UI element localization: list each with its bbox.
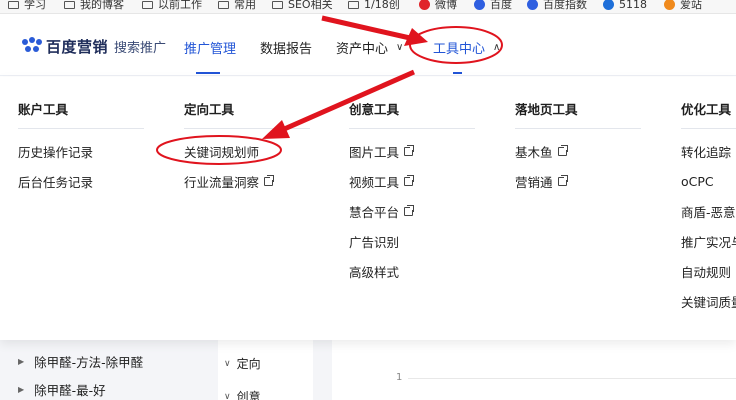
bookmark-item[interactable]: 常用	[218, 0, 256, 12]
weibo-icon	[419, 0, 430, 10]
bookmark-item[interactable]: 5118	[603, 0, 647, 12]
menu-item-image-tool[interactable]: 图片工具	[349, 143, 475, 160]
menu-item-shangdun[interactable]: 商盾-恶意	[681, 203, 736, 220]
menu-item-task-log[interactable]: 后台任务记录	[18, 173, 144, 190]
chevron-up-icon: ∧	[493, 42, 501, 53]
bookmark-item[interactable]: 百度指数	[527, 0, 587, 12]
brand-logo[interactable]: 百度营销 搜索推广	[22, 36, 166, 57]
active-tab-indicator	[196, 72, 220, 74]
bookmark-item[interactable]: 以前工作	[142, 0, 202, 12]
chevron-down-icon: ∨	[396, 42, 404, 53]
logo-name: 百度营销	[46, 38, 109, 56]
nav-tab-promotion[interactable]: 推广管理	[184, 38, 236, 57]
external-link-icon	[404, 204, 416, 216]
baidu-icon	[474, 0, 485, 10]
menu-column-creative-tools: 创意工具 图片工具 视频工具 慧合平台 广告识别 高级样式	[349, 99, 475, 280]
menu-item-auto-rules[interactable]: 自动规则	[681, 263, 736, 280]
external-link-icon	[404, 174, 416, 186]
menu-item-industry-insight[interactable]: 行业流量洞察	[184, 173, 310, 190]
menu-column-title: 账户工具	[18, 99, 144, 129]
menu-item-keyword-planner[interactable]: 关键词规划师	[184, 143, 310, 160]
chart-tick-label: 1	[396, 372, 403, 383]
caret-right-icon: ▶	[18, 385, 25, 394]
bookmark-item[interactable]: SEO相关	[272, 0, 333, 12]
filter-item[interactable]: ∨ 创意	[224, 388, 261, 400]
tools-dropdown-menu: 账户工具 历史操作记录 后台任务记录 定向工具 关键词规划师 行业流量洞察 创意…	[0, 77, 736, 340]
chevron-down-icon: ∨	[224, 391, 231, 400]
menu-item-huihe-platform[interactable]: 慧合平台	[349, 203, 475, 220]
bookmark-item[interactable]: 百度	[474, 0, 512, 12]
active-tab-indicator	[453, 72, 462, 74]
menu-column-optimize-tools: 优化工具 转化追踪 oCPC 商盾-恶意 推广实况与 自动规则 关键词质量	[681, 99, 736, 310]
menu-item-live-preview[interactable]: 推广实况与	[681, 233, 736, 250]
chart-gridline	[408, 378, 736, 379]
external-link-icon	[557, 174, 569, 186]
folder-icon	[142, 1, 153, 9]
external-link-icon	[557, 144, 569, 156]
nav-tab-tools[interactable]: 工具中心 ∧	[433, 38, 500, 57]
nav-tab-assets[interactable]: 资产中心 ∨	[336, 38, 403, 57]
bookmark-item[interactable]: 学习	[8, 0, 46, 12]
nav-tab-reports[interactable]: 数据报告	[260, 38, 312, 57]
external-link-icon	[264, 174, 276, 186]
logo-subtitle: 搜索推广	[114, 41, 167, 56]
menu-item-ocpc[interactable]: oCPC	[681, 173, 736, 189]
menu-item-advanced-style[interactable]: 高级样式	[349, 263, 475, 280]
menu-item-jimuyu[interactable]: 基木鱼	[515, 143, 641, 160]
top-header: 百度营销 搜索推广 推广管理 数据报告 资产中心 ∨ 工具中心 ∧	[0, 14, 736, 76]
aizhan-icon	[664, 0, 675, 10]
bookmark-item[interactable]: 微博	[419, 0, 457, 12]
folder-icon	[348, 1, 359, 9]
menu-item-conversion-tracking[interactable]: 转化追踪	[681, 143, 736, 160]
chart-area	[332, 340, 736, 400]
baidu-icon	[527, 0, 538, 10]
tree-item[interactable]: ▶ 除甲醛-方法-除甲醛	[18, 352, 143, 371]
menu-column-account-tools: 账户工具 历史操作记录 后台任务记录	[18, 99, 144, 190]
folder-icon	[272, 1, 283, 9]
menu-item-yingxiaotong[interactable]: 营销通	[515, 173, 641, 190]
bookmark-item[interactable]: 1/18创	[348, 0, 400, 12]
menu-column-title: 落地页工具	[515, 99, 641, 129]
menu-column-title: 优化工具	[681, 99, 736, 129]
bookmarks-bar: 学习 我的博客 以前工作 常用 SEO相关 1/18创 微博 百度 百度指数 5…	[0, 0, 736, 14]
menu-item-video-tool[interactable]: 视频工具	[349, 173, 475, 190]
menu-item-history-log[interactable]: 历史操作记录	[18, 143, 144, 160]
baidu-paw-icon	[22, 36, 42, 57]
folder-icon	[64, 1, 75, 9]
filter-item[interactable]: ∨ 定向	[224, 355, 261, 372]
chevron-down-icon: ∨	[224, 358, 231, 369]
menu-column-landing-tools: 落地页工具 基木鱼 营销通	[515, 99, 641, 190]
folder-icon	[8, 1, 19, 9]
menu-column-targeting-tools: 定向工具 关键词规划师 行业流量洞察	[184, 99, 310, 190]
menu-column-title: 创意工具	[349, 99, 475, 129]
folder-icon	[218, 1, 229, 9]
menu-column-title: 定向工具	[184, 99, 310, 129]
tree-item[interactable]: ▶ 除甲醛-最-好	[18, 380, 106, 399]
external-link-icon	[404, 144, 416, 156]
menu-item-keyword-quality[interactable]: 关键词质量	[681, 293, 736, 310]
menu-item-ad-recognition[interactable]: 广告识别	[349, 233, 475, 250]
caret-right-icon: ▶	[18, 357, 25, 366]
bookmark-item[interactable]: 爱站	[664, 0, 702, 12]
5118-icon	[603, 0, 614, 10]
bookmark-item[interactable]: 我的博客	[64, 0, 124, 12]
